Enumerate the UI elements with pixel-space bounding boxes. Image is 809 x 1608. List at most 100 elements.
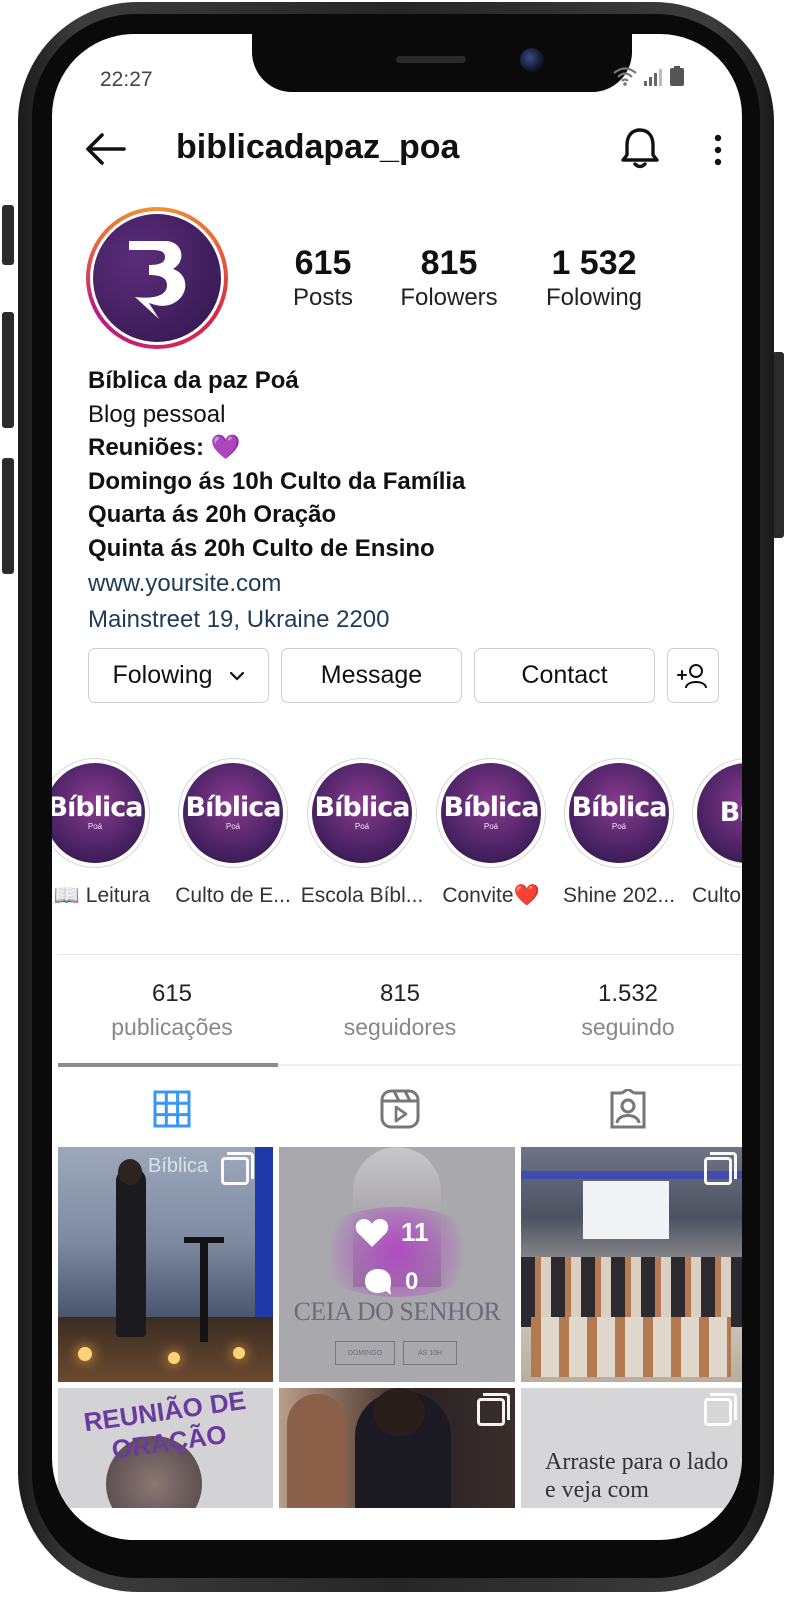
highlight-cover-sub: Poá	[483, 822, 499, 831]
profile-header: biblicadapaz_poa	[52, 126, 742, 176]
count-following-label: seguindo	[581, 1014, 675, 1040]
count-followers[interactable]: 815 seguidores	[286, 978, 514, 1044]
highlight-cover-sub: Poá	[225, 822, 241, 831]
count-publications-value: 615	[151, 980, 193, 1007]
content-tabs	[58, 1084, 742, 1134]
post-thumbnail[interactable]	[521, 1147, 742, 1382]
volume-down-button	[2, 458, 14, 574]
profile-website-link[interactable]: www.yoursite.com	[88, 567, 465, 601]
count-following-value: 1.532	[597, 980, 659, 1007]
following-button[interactable]: Folowing	[88, 648, 269, 703]
phone-frame: 22:27 biblicadapaz_poa 615 Posts 815 Fol…	[2, 0, 784, 1598]
count-publications[interactable]: 615 publicações	[58, 978, 286, 1044]
signal-icon	[644, 68, 664, 86]
highlight-item[interactable]: Bíblica Poá Shine 202...	[563, 758, 675, 908]
highlight-label: Shine 202...	[562, 884, 676, 907]
profile-counts: 615 publicações 815 seguidores 1.532 seg…	[58, 978, 742, 1044]
tab-reels[interactable]	[286, 1084, 514, 1134]
profile-bio: Bíblica da paz Poá Blog pessoal Reuniões…	[88, 364, 465, 636]
highlight-item[interactable]: Bíbl Culto	[692, 758, 742, 908]
highlight-cover: Bíblica Poá	[569, 763, 669, 863]
post-likes-count: 11	[401, 1217, 429, 1247]
post-thumbnail[interactable]: Arraste para o lado e veja com	[521, 1388, 742, 1508]
post-tag: ÀS 10H	[403, 1341, 457, 1365]
highlight-cover: Bíblica Poá	[52, 763, 145, 863]
post-thumbnail[interactable]	[279, 1388, 515, 1508]
notification-bell-icon[interactable]	[620, 126, 660, 170]
comment-icon	[365, 1269, 391, 1295]
count-followers-value: 815	[379, 980, 421, 1007]
highlight-cover-title: Bíblica	[443, 792, 540, 823]
brand-logo	[93, 214, 221, 342]
screen: 22:27 biblicadapaz_poa 615 Posts 815 Fol…	[52, 34, 742, 1540]
profile-actions: Folowing Message Contact	[88, 648, 719, 703]
bio-line: Quinta ás 20h Culto de Ensino	[88, 534, 435, 562]
speaker	[396, 56, 466, 63]
count-followers-label: seguidores	[343, 1014, 457, 1040]
tab-tagged[interactable]	[514, 1084, 742, 1134]
multiple-images-icon	[704, 1152, 737, 1185]
post-likes: 11	[355, 1217, 429, 1248]
notch	[252, 34, 632, 92]
status-icons	[612, 66, 684, 86]
highlight-item[interactable]: Bíblica Poá Escola Bíbl...	[301, 758, 423, 908]
highlight-cover: Bíblica Poá	[441, 763, 541, 863]
highlight-item[interactable]: Bíblica Poá Leitura 📖	[52, 758, 150, 908]
stat-following[interactable]: 1 532 Folowing	[534, 244, 654, 314]
post-tag: DOMINGO	[335, 1341, 395, 1365]
post-title-text: CEIA DO SENHOR	[293, 1297, 501, 1326]
message-button[interactable]: Message	[281, 648, 462, 703]
add-person-icon	[677, 663, 707, 688]
silent-switch	[2, 205, 14, 265]
stat-posts-label: Posts	[292, 284, 354, 311]
highlight-label: Culto de E...	[175, 884, 291, 907]
profile-username: biblicadapaz_poa	[176, 128, 460, 166]
projection-screen	[583, 1181, 669, 1239]
post-comments: 0	[363, 1267, 418, 1297]
multiple-images-icon	[221, 1152, 254, 1185]
highlight-cover: Bíbl	[697, 763, 742, 863]
profile-category: Blog pessoal	[88, 400, 226, 428]
status-time: 22:27	[100, 68, 153, 91]
tab-grid[interactable]	[58, 1084, 286, 1134]
stat-following-label: Folowing	[545, 284, 643, 311]
count-following[interactable]: 1.532 seguindo	[514, 978, 742, 1044]
stat-followers[interactable]: 815 Folowers	[374, 244, 524, 314]
stat-posts-value: 615	[294, 244, 352, 282]
post-thumbnail[interactable]: 11 0 CEIA DO SENHOR DOMINGO ÀS 10H	[279, 1147, 515, 1382]
speaker-figure	[116, 1167, 146, 1337]
tagged-icon	[610, 1089, 646, 1129]
grid-icon	[153, 1090, 191, 1128]
following-button-label: Folowing	[112, 661, 213, 689]
profile-address-link[interactable]: Mainstreet 19, Ukraine 2200	[88, 603, 465, 637]
contact-button[interactable]: Contact	[474, 648, 655, 703]
highlight-item[interactable]: Bíblica Poá Convite❤️	[436, 758, 546, 908]
story-highlights: Bíblica Poá Leitura 📖 Bíblica Poá Culto de…	[52, 758, 742, 918]
highlight-cover-title: Bíblica	[185, 792, 282, 823]
stat-followers-label: Folowers	[400, 284, 498, 311]
stat-following-value: 1 532	[551, 244, 637, 282]
highlight-cover-title: Bíblica	[52, 792, 143, 823]
biblica-logo-icon	[129, 241, 186, 319]
profile-stats: 615 Posts 815 Folowers 1 532 Folowing	[282, 244, 654, 314]
stat-posts[interactable]: 615 Posts	[282, 244, 364, 314]
highlight-cover-title: Bíblica	[314, 792, 411, 823]
highlight-cover-sub: Poá	[87, 822, 103, 831]
highlight-label: Escola Bíbl...	[300, 884, 424, 907]
more-options-icon[interactable]	[710, 130, 726, 170]
wifi-icon	[613, 67, 637, 86]
post-thumbnail[interactable]: Bíblica	[58, 1147, 273, 1382]
highlight-item[interactable]: Bíblica Poá Culto de E...	[175, 758, 291, 908]
post-overlay-text: Arraste para o lado e veja com	[545, 1449, 729, 1503]
back-arrow-icon[interactable]	[84, 132, 126, 166]
bio-line: Reuniões: 💜	[88, 434, 241, 461]
multiple-images-icon	[477, 1393, 510, 1426]
post-thumbnail[interactable]: REUNIÃO DE ORAÇÃO	[58, 1388, 273, 1508]
profile-avatar[interactable]	[86, 207, 228, 349]
count-publications-label: publicações	[111, 1014, 233, 1040]
add-user-button[interactable]	[667, 648, 719, 703]
chevron-down-icon	[229, 671, 244, 681]
highlight-cover-sub: Poá	[354, 822, 370, 831]
section-divider	[58, 954, 742, 955]
volume-up-button	[2, 312, 14, 428]
